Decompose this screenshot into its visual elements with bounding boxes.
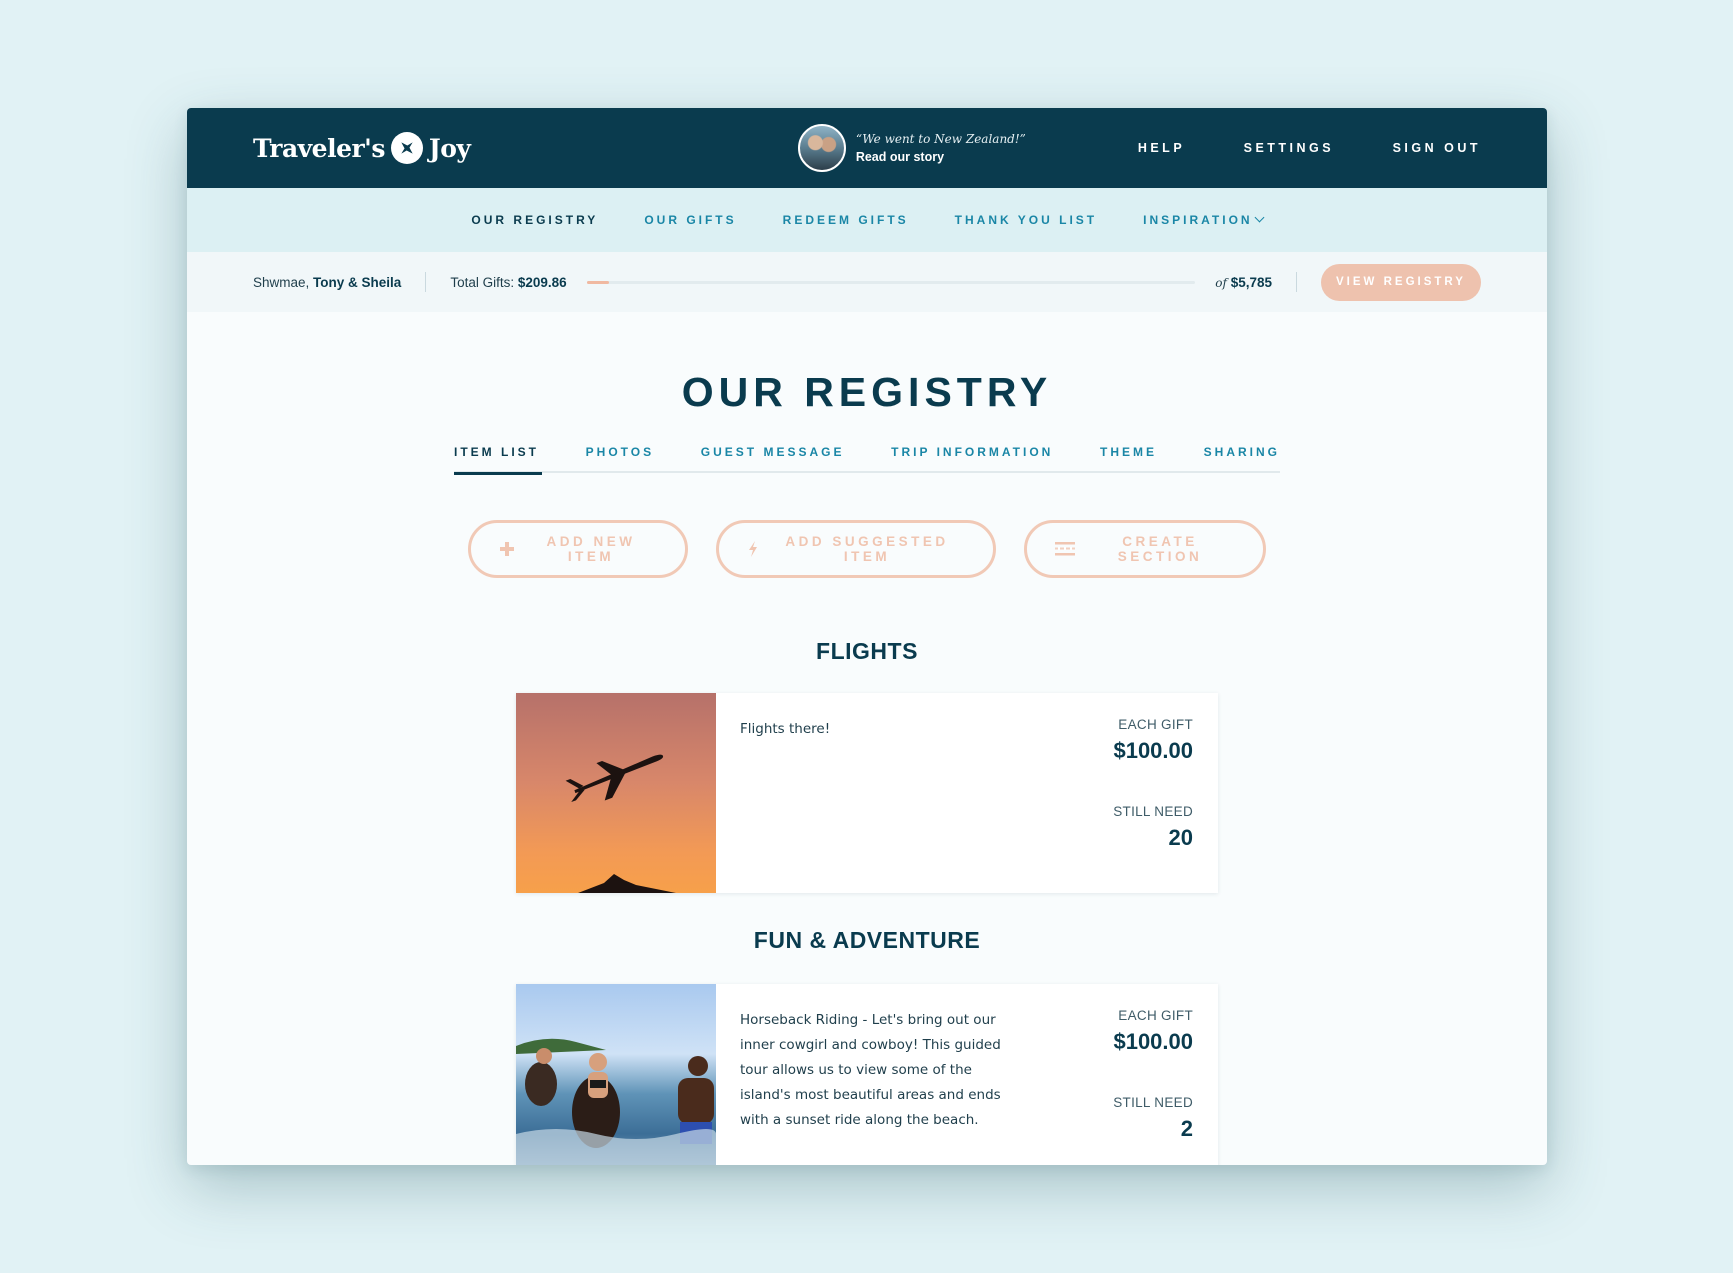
registry-status-bar: Shwmae, Tony & Sheila Total Gifts: $209.… xyxy=(187,252,1547,312)
section-lines-icon xyxy=(1055,542,1075,556)
nav-inspiration-label: INSPIRATION xyxy=(1143,213,1253,227)
section-title-flights: FLIGHTS xyxy=(816,638,918,664)
add-new-item-button[interactable]: ADD NEW ITEM xyxy=(468,520,688,578)
item-pricing: EACH GIFT $100.00 STILL NEED 20 xyxy=(1048,693,1218,893)
nav-thank-you-list[interactable]: THANK YOU LIST xyxy=(955,213,1097,227)
tab-guest-message[interactable]: GUEST MESSAGE xyxy=(701,445,845,473)
divider xyxy=(1296,272,1297,292)
sign-out-link[interactable]: SIGN OUT xyxy=(1393,141,1481,155)
goal-total: of $5,785 xyxy=(1215,275,1272,290)
registry-item-card[interactable]: Horseback Riding - Let's bring out our i… xyxy=(516,984,1218,1165)
item-description: Horseback Riding - Let's bring out our i… xyxy=(740,1012,1001,1128)
nav-inspiration[interactable]: INSPIRATION xyxy=(1143,212,1265,227)
our-story-link[interactable]: “We went to New Zealand!” Read our story xyxy=(797,124,1026,172)
main-content: OUR REGISTRY ITEM LIST PHOTOS GUEST MESS… xyxy=(187,369,1547,1165)
tab-photos[interactable]: PHOTOS xyxy=(586,445,654,473)
story-quote: “We went to New Zealand!” xyxy=(855,132,1026,146)
still-need-value: 2 xyxy=(1180,1116,1193,1141)
add-suggested-item-button[interactable]: ADD SUGGESTED ITEM xyxy=(716,520,996,578)
avatar xyxy=(797,124,846,172)
gifts-progress-fill xyxy=(586,280,609,284)
tab-trip-information[interactable]: TRIP INFORMATION xyxy=(891,445,1053,473)
help-link[interactable]: HELP xyxy=(1138,141,1185,155)
lightning-icon xyxy=(747,541,759,557)
page-title: OUR REGISTRY xyxy=(681,369,1053,415)
create-section-label: CREATE SECTION xyxy=(1117,534,1203,564)
plane-globe-icon xyxy=(390,132,423,164)
nav-our-registry[interactable]: OUR REGISTRY xyxy=(471,213,598,227)
item-description: Flights there! xyxy=(740,721,831,737)
read-our-story-link[interactable]: Read our story xyxy=(856,150,1026,164)
total-gifts-label: Total Gifts: xyxy=(450,274,515,290)
registry-item-card[interactable]: Flights there! EACH GIFT $100.00 STILL N… xyxy=(516,693,1218,893)
each-gift-label: EACH GIFT xyxy=(1118,717,1193,732)
greeting-word: Shwmae, xyxy=(253,274,310,290)
each-gift-label: EACH GIFT xyxy=(1118,1008,1193,1023)
logo-text-right: Joy xyxy=(428,133,471,163)
add-suggested-item-label: ADD SUGGESTED ITEM xyxy=(785,534,949,564)
divider xyxy=(425,272,427,292)
create-section-button[interactable]: CREATE SECTION xyxy=(1024,520,1266,578)
goal-value: $5,785 xyxy=(1230,274,1272,290)
each-gift-value: $100.00 xyxy=(1113,1029,1193,1054)
nav-our-gifts[interactable]: OUR GIFTS xyxy=(644,213,736,227)
settings-link[interactable]: SETTINGS xyxy=(1244,141,1335,155)
item-photo-airplane-sunset xyxy=(516,693,716,893)
app-window: Traveler's Joy “We went to New Zealand!”… xyxy=(187,108,1547,1165)
still-need-label: STILL NEED xyxy=(1113,1095,1193,1110)
section-title-fun-adventure: FUN & ADVENTURE xyxy=(753,927,981,953)
couple-names: Tony & Sheila xyxy=(313,274,402,290)
top-header: Traveler's Joy “We went to New Zealand!”… xyxy=(187,108,1547,188)
total-gifts: Total Gifts: $209.86 xyxy=(450,275,566,290)
tab-theme[interactable]: THEME xyxy=(1100,445,1157,473)
plus-icon xyxy=(499,541,515,557)
each-gift-value: $100.00 xyxy=(1113,738,1193,763)
top-nav: HELP SETTINGS SIGN OUT xyxy=(1084,139,1481,157)
item-photo-horseback-riding xyxy=(516,984,716,1165)
tab-item-list[interactable]: ITEM LIST xyxy=(454,445,542,475)
nav-redeem-gifts[interactable]: REDEEM GIFTS xyxy=(783,213,909,227)
registry-nav: OUR REGISTRY OUR GIFTS REDEEM GIFTS THAN… xyxy=(187,188,1547,252)
registry-actions: ADD NEW ITEM ADD SUGGESTED ITEM CREATE S… xyxy=(187,520,1547,578)
tab-sharing[interactable]: SHARING xyxy=(1204,445,1280,473)
goal-prefix: of xyxy=(1215,275,1227,290)
logo[interactable]: Traveler's Joy xyxy=(253,132,471,164)
total-gifts-value: $209.86 xyxy=(517,274,567,290)
gifts-progress-bar xyxy=(586,280,1196,284)
item-pricing: EACH GIFT $100.00 STILL NEED 2 xyxy=(1048,984,1218,1165)
add-new-item-label: ADD NEW ITEM xyxy=(546,534,636,564)
registry-tabs: ITEM LIST PHOTOS GUEST MESSAGE TRIP INFO… xyxy=(454,445,1280,475)
logo-text-left: Traveler's xyxy=(253,133,385,163)
still-need-value: 20 xyxy=(1168,825,1193,850)
greeting: Shwmae, Tony & Sheila xyxy=(253,275,401,290)
view-registry-button[interactable]: VIEW REGISTRY xyxy=(1321,263,1481,301)
still-need-label: STILL NEED xyxy=(1113,804,1193,819)
chevron-down-icon xyxy=(1254,212,1265,223)
